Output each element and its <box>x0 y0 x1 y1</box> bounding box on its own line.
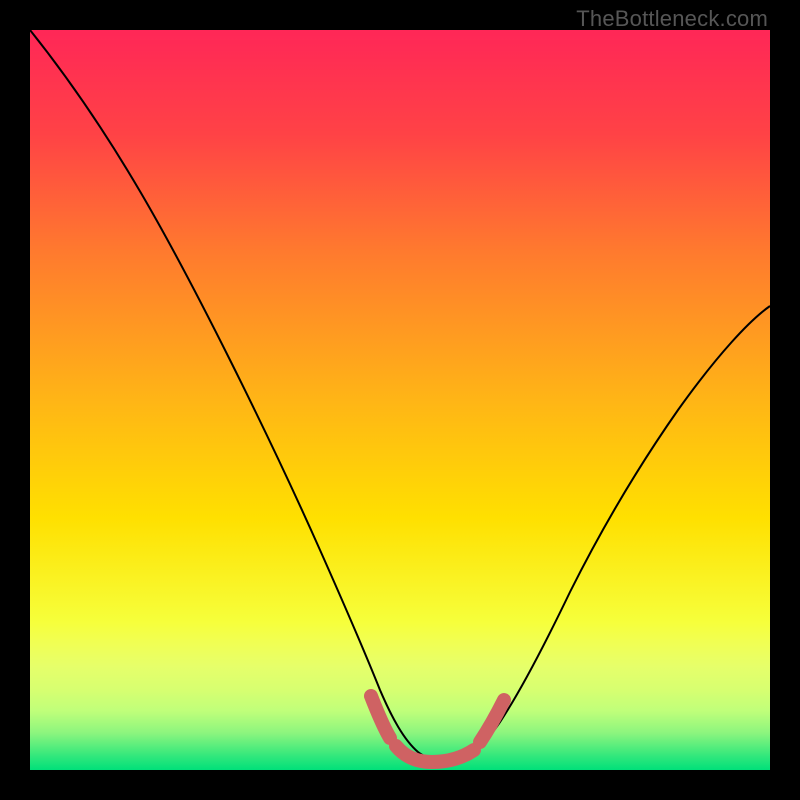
optimal-range-marker-3 <box>480 700 504 742</box>
bottleneck-curve <box>30 30 770 761</box>
attribution-label: TheBottleneck.com <box>576 6 768 32</box>
plot-area <box>30 30 770 770</box>
curve-layer <box>30 30 770 770</box>
optimal-range-marker <box>371 696 390 738</box>
optimal-range-marker-2 <box>396 746 474 762</box>
chart-frame: TheBottleneck.com <box>0 0 800 800</box>
